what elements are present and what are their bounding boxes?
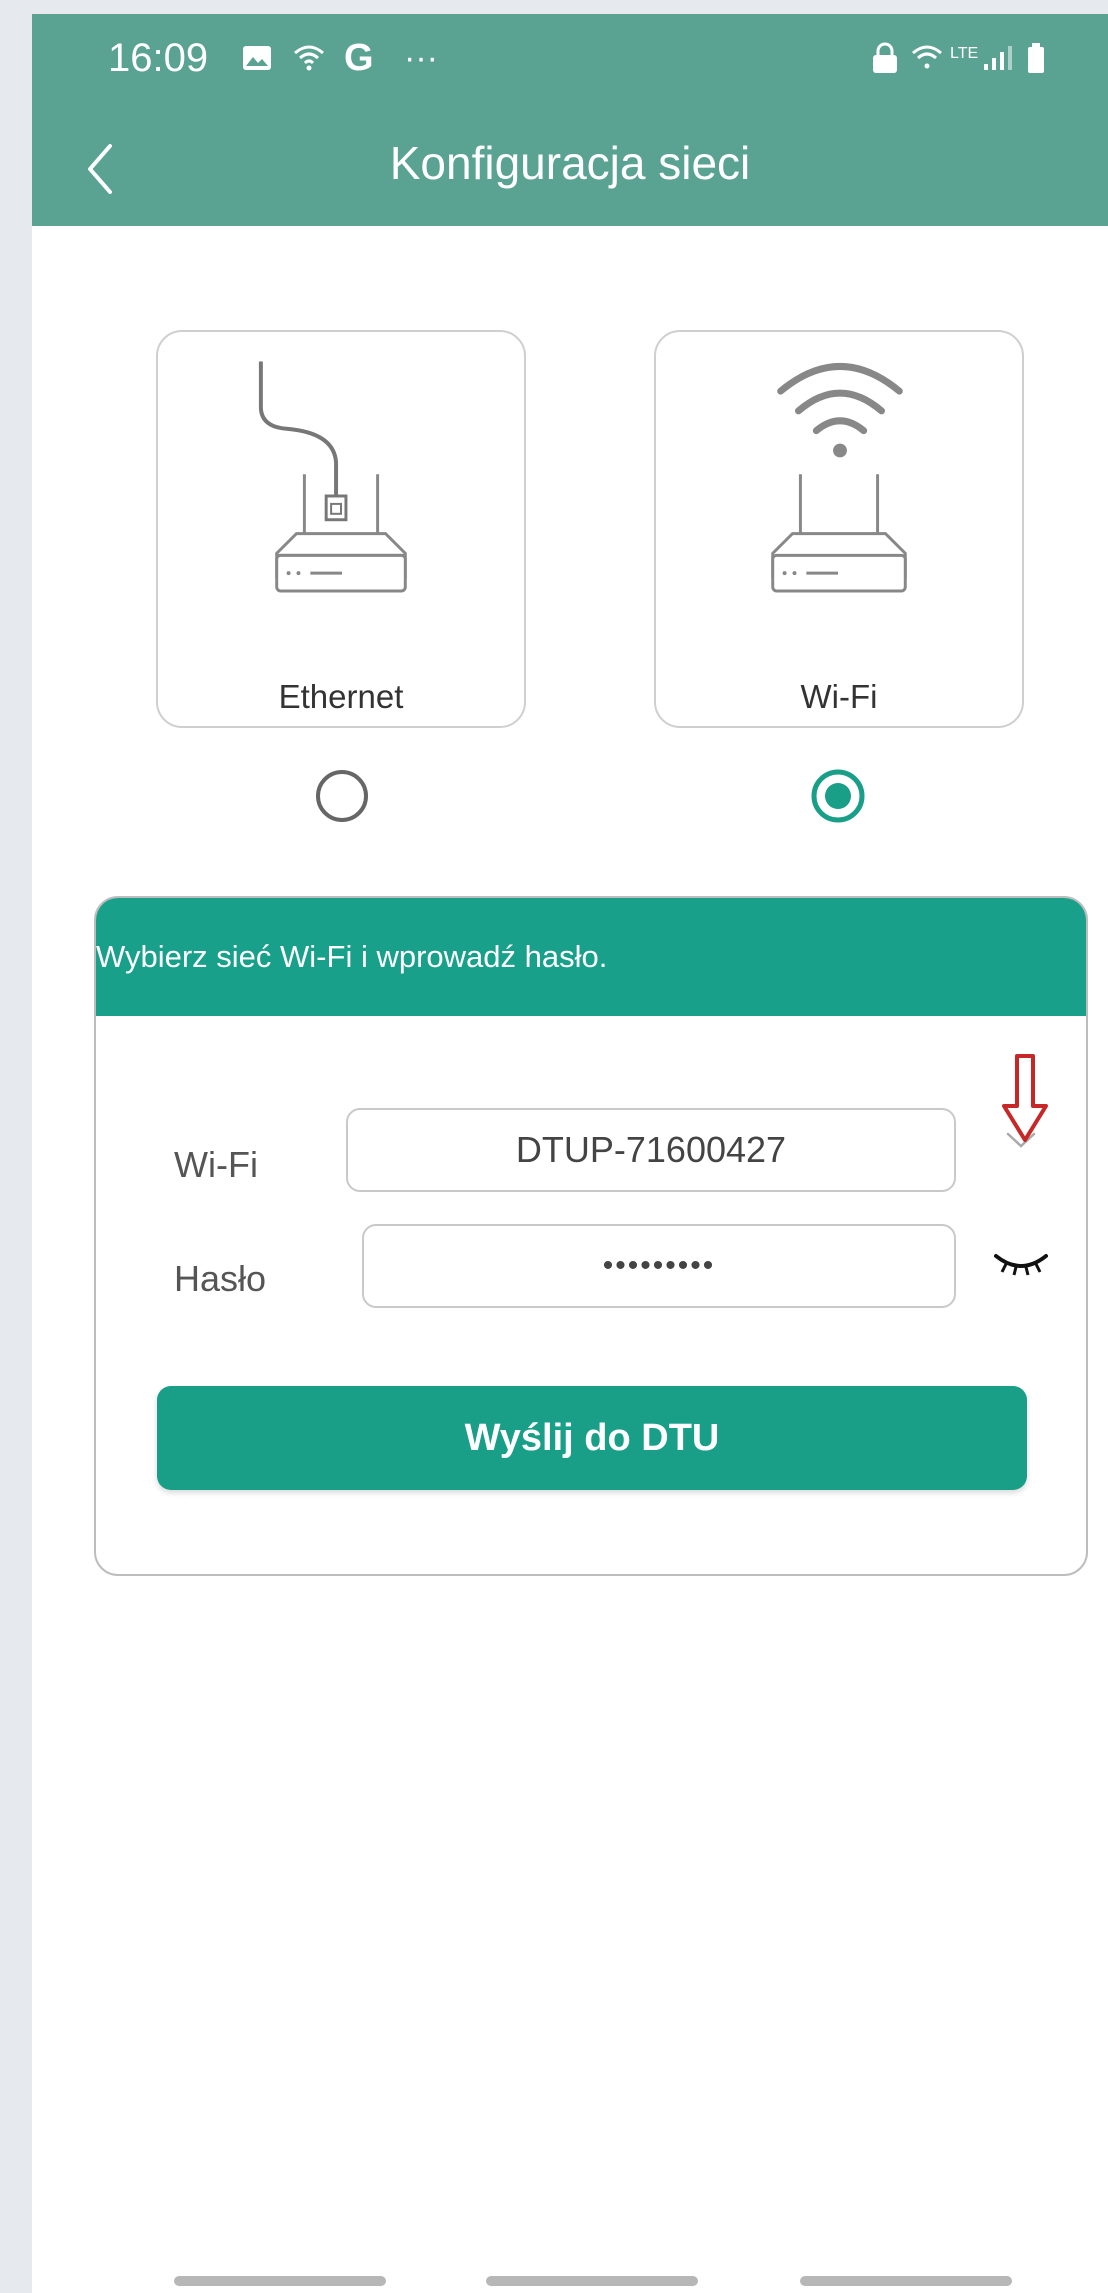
password-input[interactable]: ••••••••• [362, 1224, 956, 1308]
ethernet-radio[interactable] [312, 766, 372, 826]
more-dots-icon: ··· [404, 38, 438, 77]
status-bar: 16:09 G ··· LTE [32, 14, 1108, 104]
wifi-radio[interactable] [808, 766, 868, 826]
nav-recents-button[interactable] [174, 2276, 386, 2286]
ssid-label: Wi-Fi [174, 1144, 258, 1185]
wifi-panel-header: Wybierz sieć Wi-Fi i wprowadź hasło. [96, 898, 1086, 1016]
router-wifi-icon [771, 362, 907, 593]
ssid-value: DTUP-71600427 [515, 1129, 787, 1170]
password-value: ••••••••• [602, 1249, 716, 1282]
page-title: Konfiguracja sieci [389, 137, 751, 189]
wifi-panel-instruction: Wybierz sieć Wi-Fi i wprowadź hasło. [96, 939, 608, 974]
app-header: 16:09 G ··· LTE Konfiguracja sieci [32, 14, 1108, 226]
wifi-calling-icon [910, 36, 944, 80]
annotation-arrow-icon [1002, 1054, 1048, 1149]
image-icon [242, 36, 272, 80]
password-label: Hasło [174, 1258, 267, 1299]
app-screen: 16:09 G ··· LTE Konfiguracja sieci Ether… [32, 14, 1108, 2293]
ethernet-option-card[interactable]: Ethernet [156, 330, 526, 728]
google-g-icon: G [344, 36, 374, 79]
nav-back-button[interactable] [800, 2276, 1012, 2286]
router-ethernet-icon [258, 361, 407, 593]
wifi-calling-icon [292, 36, 326, 80]
status-time: 16:09 [108, 36, 209, 80]
lock-icon [870, 36, 900, 80]
ethernet-label: Ethernet [278, 678, 404, 715]
ssid-select[interactable]: DTUP-71600427 [346, 1108, 956, 1192]
lte-icon: LTE [950, 45, 979, 62]
send-to-dtu-button[interactable]: Wyślij do DTU [157, 1386, 1027, 1490]
wifi-option-card[interactable]: Wi-Fi [654, 330, 1024, 728]
eye-closed-icon[interactable] [990, 1246, 1052, 1285]
signal-icon [982, 36, 1014, 80]
nav-home-button[interactable] [486, 2276, 698, 2286]
battery-icon [1026, 36, 1046, 80]
wifi-label: Wi-Fi [800, 678, 878, 715]
